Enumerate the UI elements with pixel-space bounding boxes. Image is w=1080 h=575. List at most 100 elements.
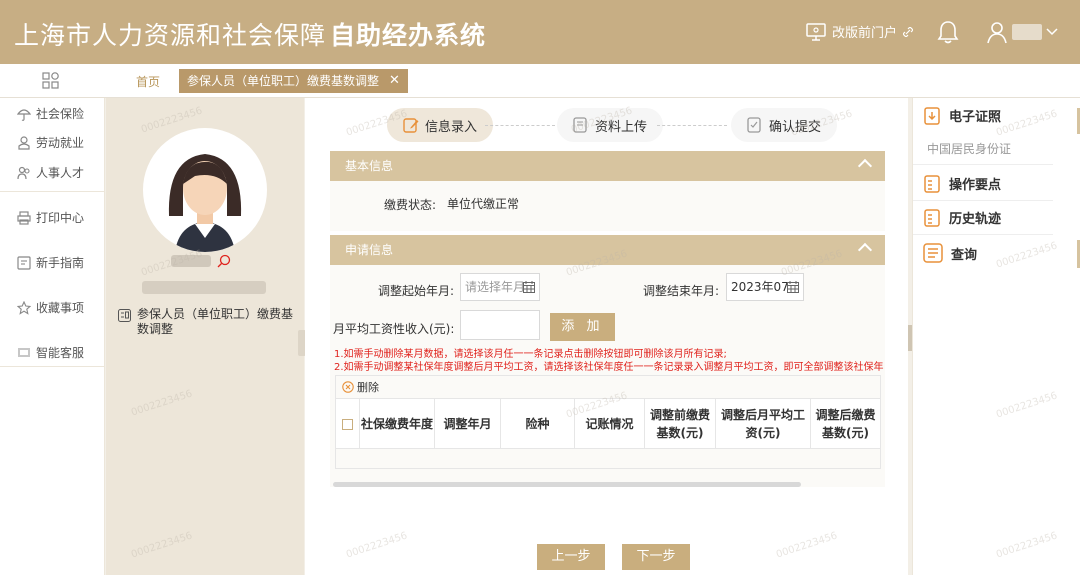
rp-divider (913, 234, 1053, 235)
rp-id-card[interactable]: 中国居民身份证 (927, 140, 1011, 157)
status-value: 单位代缴正常 (447, 197, 520, 211)
profile-panel: 参保人员（单位职工）缴费基数调整 (106, 98, 304, 575)
basic-info-title: 基本信息 (345, 159, 394, 173)
nav-item-social-insurance[interactable]: 社会保险 (17, 105, 84, 122)
confirm-doc-icon (747, 117, 761, 133)
main-content: 信息录入 资料上传 确认提交 基本信息 缴费状态: 单位代缴正常 申请信息 调整… (305, 98, 908, 575)
nav-item-employment[interactable]: 劳动就业 (17, 134, 84, 151)
rp-divider (913, 200, 1053, 201)
apply-info-header[interactable]: 申请信息 (330, 235, 885, 265)
app-title-bold: 自助经办系统 (330, 21, 487, 50)
old-portal-link[interactable]: 改版前门户 (806, 22, 914, 41)
step-label: 确认提交 (769, 119, 822, 135)
guide-doc-icon (924, 174, 940, 193)
tab-home[interactable]: 首页 (136, 73, 160, 90)
step-upload: 资料上传 (557, 108, 664, 142)
query-list-icon (923, 243, 943, 263)
rp-operation-guide[interactable]: 操作要点 (923, 174, 1001, 193)
col-account-status: 记账情况 (575, 399, 645, 449)
select-all-checkbox[interactable] (342, 418, 353, 430)
chevron-down-icon (1046, 28, 1058, 36)
step-indicator: 信息录入 资料上传 确认提交 (305, 98, 908, 148)
col-adjust-month: 调整年月 (435, 399, 501, 449)
search-icon[interactable] (217, 254, 231, 268)
chevron-up-icon (857, 158, 873, 174)
table-header: 社保缴费年度 调整年月 险种 记账情况 调整前缴费基数(元) 调整后月平均工资(… (336, 399, 880, 449)
monitor-chat-icon (18, 347, 30, 357)
start-month-label: 调整起始年月: (378, 284, 455, 298)
tab-active-label: 参保人员（单位职工）缴费基数调整 (187, 74, 380, 88)
rp-operation-guide-label: 操作要点 (949, 178, 1002, 193)
tab-contribution-base-adjust[interactable]: 参保人员（单位职工）缴费基数调整 ✕ (179, 69, 408, 93)
income-input[interactable] (460, 310, 540, 340)
delete-circle-icon (342, 381, 354, 393)
table-horizontal-scrollbar[interactable] (333, 482, 801, 487)
step-info-entry: 信息录入 (387, 108, 494, 142)
end-month-label: 调整结束年月: (643, 284, 720, 298)
adjust-table: 社保缴费年度 调整年月 险种 记账情况 调整前缴费基数(元) 调整后月平均工资(… (335, 398, 881, 469)
app-title: 上海市人力资源和社会保障 自助经办系统 (14, 16, 486, 52)
current-business-item[interactable]: 参保人员（单位职工）缴费基数调整 (118, 307, 298, 337)
next-step-button[interactable]: 下一步 (622, 544, 690, 570)
col-base-before: 调整前缴费基数(元) (645, 399, 716, 449)
step-confirm: 确认提交 (731, 108, 838, 142)
form-icon (118, 309, 131, 322)
prev-step-button[interactable]: 上一步 (537, 544, 605, 570)
add-button[interactable]: 添 加 (550, 313, 615, 341)
note-line-2: 2.如需手动调整某社保年度调整后月平均工资，请选择该社保年度任一一条记录录入调整… (334, 362, 884, 373)
nav-label: 打印中心 (36, 211, 85, 225)
rp-query-label: 查询 (951, 247, 978, 263)
apps-grid-icon[interactable] (42, 72, 62, 93)
history-doc-icon (924, 208, 940, 227)
chevron-up-icon (857, 242, 873, 258)
notification-bell-icon[interactable] (937, 20, 959, 47)
user-name-redacted (1012, 24, 1042, 40)
nav-item-talent[interactable]: 人事人才 (17, 164, 84, 181)
app-header: 上海市人力资源和社会保障 自助经办系统 改版前门户 (0, 0, 1080, 64)
step-connector (657, 125, 727, 126)
nav-label: 社会保险 (36, 107, 85, 121)
apply-info-title: 申请信息 (345, 243, 394, 257)
nav-item-smart-service[interactable]: 智能客服 (17, 344, 84, 361)
nav-item-favorites[interactable]: 收藏事项 (17, 299, 84, 316)
rp-query[interactable]: 查询 (923, 243, 977, 263)
rp-e-certificate-label: 电子证照 (949, 110, 1002, 125)
col-base-after: 调整后缴费基数(元) (815, 408, 876, 440)
nav-label: 收藏事项 (36, 301, 85, 315)
start-month-placeholder: 请选择年月 (465, 280, 526, 294)
tab-bar: 首页 参保人员（单位职工）缴费基数调整 ✕ (0, 64, 1080, 98)
calendar-icon (523, 281, 535, 293)
rp-divider (913, 164, 1053, 165)
col-insurance-year: 社保缴费年度 (360, 399, 435, 449)
certificate-icon (924, 106, 940, 125)
nav-item-beginner-guide[interactable]: 新手指南 (17, 254, 84, 271)
link-icon (903, 26, 914, 37)
basic-info-header[interactable]: 基本信息 (330, 151, 885, 181)
current-business-label: 参保人员（单位职工）缴费基数调整 (137, 307, 294, 336)
worker-icon (18, 135, 30, 150)
rp-history[interactable]: 历史轨迹 (923, 208, 1001, 227)
basic-info-body: 缴费状态: 单位代缴正常 (330, 181, 885, 231)
umbrella-icon (17, 108, 31, 121)
nav-label: 智能客服 (36, 346, 85, 360)
nav-item-print-center[interactable]: 打印中心 (17, 209, 84, 226)
nav-divider (0, 191, 105, 192)
guide-icon (17, 255, 31, 270)
close-icon[interactable]: ✕ (389, 69, 400, 93)
nav-label: 新手指南 (36, 256, 85, 270)
rp-history-label: 历史轨迹 (949, 212, 1002, 227)
calendar-icon (787, 281, 799, 293)
left-nav: 社会保险 劳动就业 人事人才 打印中心 新手指南 收藏事项 智能客服 (0, 98, 105, 575)
nav-divider (0, 366, 105, 367)
step-connector (485, 125, 555, 126)
delete-button[interactable]: 删除 (335, 375, 881, 398)
user-menu[interactable] (986, 20, 1058, 44)
col-avg-salary-after: 调整后月平均工资(元) (716, 399, 811, 449)
end-month-input[interactable]: 2023年07 (726, 273, 804, 301)
person-name-redacted (171, 255, 211, 267)
rp-e-certificate[interactable]: 电子证照 (923, 106, 1001, 125)
monitor-icon (806, 22, 826, 41)
people-icon (17, 166, 30, 179)
start-month-input[interactable]: 请选择年月 (460, 273, 540, 301)
income-label: 月平均工资性收入(元): (333, 322, 455, 336)
